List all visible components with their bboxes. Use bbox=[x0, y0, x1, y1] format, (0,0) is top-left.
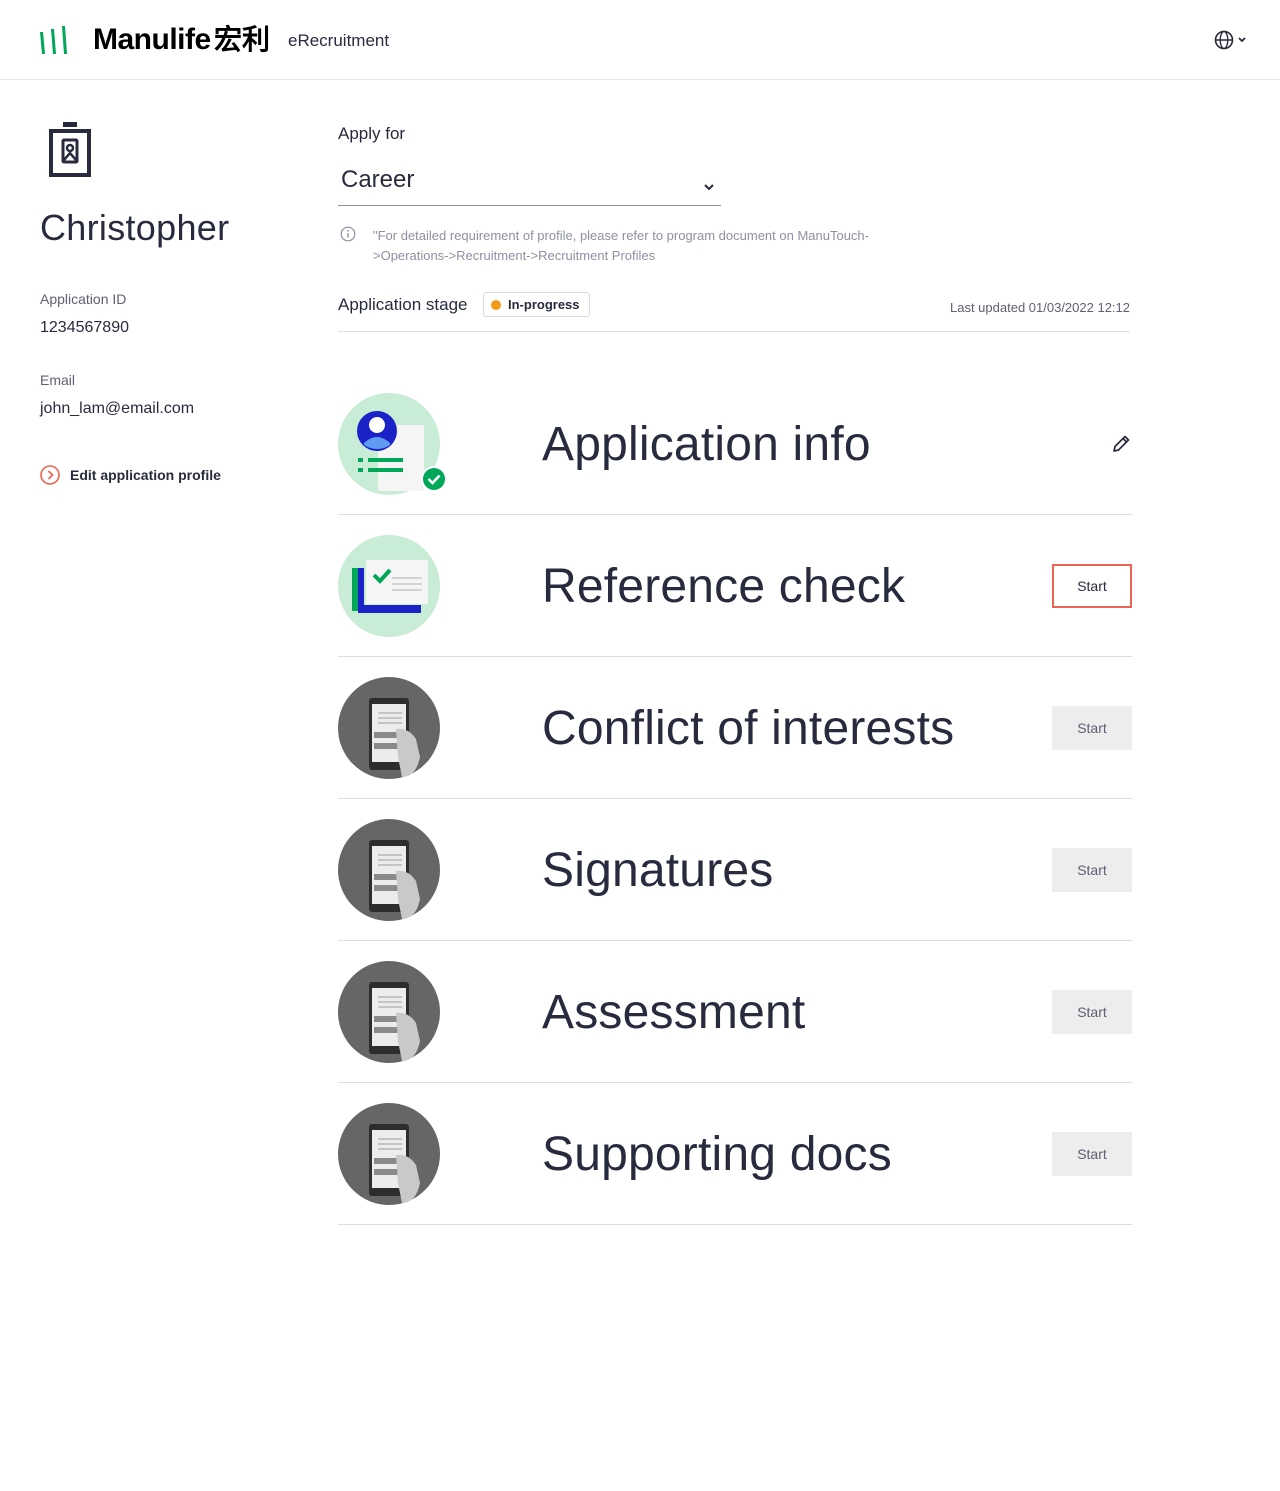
step-title: Assessment bbox=[542, 986, 806, 1039]
apply-for-selected-value: Career bbox=[341, 166, 415, 193]
step-title: Signatures bbox=[542, 844, 774, 897]
edit-application-profile-link[interactable]: Edit application profile bbox=[40, 465, 221, 485]
applicant-name: Christopher bbox=[40, 207, 230, 248]
step-reference-check: Reference check Start bbox=[338, 515, 1132, 657]
signatures-start-button[interactable]: Start bbox=[1052, 848, 1132, 892]
application-id-label: Application ID bbox=[40, 291, 127, 307]
assessment-start-button[interactable]: Start bbox=[1052, 990, 1132, 1034]
info-icon bbox=[340, 226, 356, 242]
brand-name-chinese: 宏利 bbox=[214, 24, 271, 55]
step-application-info: Application info bbox=[338, 373, 1132, 515]
step-title: Conflict of interests bbox=[542, 702, 955, 755]
conflict-of-interests-start-button[interactable]: Start bbox=[1052, 706, 1132, 750]
chevron-down-icon bbox=[1238, 37, 1246, 43]
edit-pencil-icon[interactable] bbox=[1110, 433, 1132, 455]
status-badge: In-progress bbox=[483, 292, 590, 317]
phone-document-illustration-icon bbox=[338, 961, 440, 1063]
email-label: Email bbox=[40, 372, 76, 388]
language-selector[interactable] bbox=[1214, 28, 1254, 52]
step-title: Supporting docs bbox=[542, 1128, 892, 1181]
chevron-down-icon bbox=[704, 184, 714, 191]
brand-name: Manulife bbox=[93, 23, 211, 56]
phone-document-illustration-icon bbox=[338, 677, 440, 779]
step-title: Reference check bbox=[542, 560, 906, 613]
status-badge-label: In-progress bbox=[508, 297, 580, 312]
app-name: eRecruitment bbox=[288, 31, 390, 50]
profile-requirement-text: "For detailed requirement of profile, pl… bbox=[373, 228, 869, 263]
application-stage-label: Application stage bbox=[338, 295, 468, 314]
step-supporting-docs: Supporting docs Start bbox=[338, 1083, 1132, 1225]
phone-document-illustration-icon bbox=[338, 819, 440, 921]
apply-for-label: Apply for bbox=[338, 124, 406, 143]
step-title: Application info bbox=[542, 418, 871, 471]
application-info-illustration-icon bbox=[338, 393, 447, 495]
id-badge-icon bbox=[49, 122, 91, 177]
phone-document-illustration-icon bbox=[338, 1103, 440, 1205]
last-updated-timestamp: Last updated 01/03/2022 12:12 bbox=[950, 300, 1130, 315]
application-id-value: 1234567890 bbox=[40, 319, 129, 336]
edit-application-profile-label: Edit application profile bbox=[70, 467, 221, 483]
supporting-docs-start-button[interactable]: Start bbox=[1052, 1132, 1132, 1176]
step-conflict-of-interests: Conflict of interests Start bbox=[338, 657, 1132, 799]
email-value: john_lam@email.com bbox=[40, 400, 195, 417]
step-signatures: Signatures Start bbox=[338, 799, 1132, 941]
divider bbox=[338, 331, 1130, 332]
chevron-right-circle-icon bbox=[40, 465, 60, 485]
apply-for-select[interactable]: Career bbox=[338, 160, 721, 206]
reference-check-illustration-icon bbox=[338, 535, 440, 637]
reference-check-start-button[interactable]: Start bbox=[1052, 564, 1132, 608]
status-dot bbox=[491, 300, 501, 310]
globe-icon bbox=[1214, 30, 1234, 50]
step-assessment: Assessment Start bbox=[338, 941, 1132, 1083]
manulife-logo-icon bbox=[40, 26, 67, 54]
top-header: Manulife 宏利 eRecruitment bbox=[0, 0, 1280, 80]
